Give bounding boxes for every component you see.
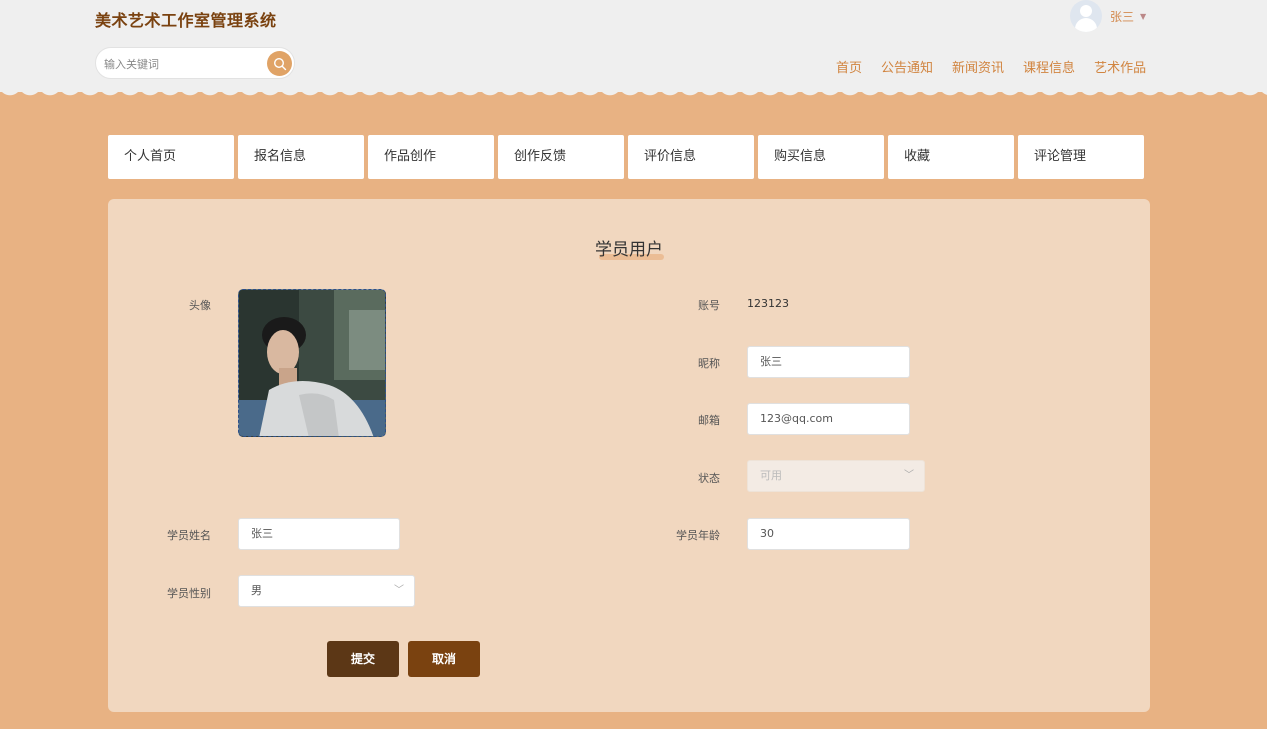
tab-purchases[interactable]: 购买信息 [758, 135, 884, 179]
status-label: 状态 [698, 472, 720, 485]
cancel-button[interactable]: 取消 [408, 641, 480, 677]
tab-comments[interactable]: 评论管理 [1018, 135, 1144, 179]
gender-value: 男 [251, 584, 262, 597]
account-value: 123123 [747, 297, 789, 310]
gender-select[interactable]: 男 ﹀ [238, 575, 415, 607]
nav-artworks[interactable]: 艺术作品 [1094, 57, 1146, 76]
tab-favorites[interactable]: 收藏 [888, 135, 1014, 179]
tab-enrollment[interactable]: 报名信息 [238, 135, 364, 179]
center-tabs: 个人首页 报名信息 作品创作 创作反馈 评价信息 购买信息 收藏 评论管理 [108, 135, 1148, 179]
status-select: 可用 ﹀ [747, 460, 925, 492]
email-label: 邮箱 [698, 414, 720, 427]
user-menu[interactable]: 张三 ▼ [1070, 0, 1146, 32]
name-label: 学员姓名 [167, 529, 211, 542]
top-nav: 首页 公告通知 新闻资讯 课程信息 艺术作品 [836, 57, 1165, 76]
chevron-down-icon: ﹀ [394, 585, 404, 596]
nickname-field[interactable]: 张三 [747, 346, 910, 378]
header: 美术艺术工作室管理系统 张三 ▼ 首页 公告通知 新闻资讯 课程信息 艺术作品 [0, 0, 1267, 92]
age-label: 学员年龄 [676, 529, 720, 542]
tab-feedback[interactable]: 创作反馈 [498, 135, 624, 179]
tab-reviews[interactable]: 评价信息 [628, 135, 754, 179]
header-wave-divider [0, 84, 1267, 102]
submit-button[interactable]: 提交 [327, 641, 399, 677]
nav-notices[interactable]: 公告通知 [881, 57, 933, 76]
chevron-down-icon: ﹀ [904, 470, 914, 481]
nav-home[interactable]: 首页 [836, 57, 862, 76]
account-label: 账号 [698, 299, 720, 312]
name-field[interactable]: 张三 [238, 518, 400, 550]
avatar [1070, 0, 1102, 32]
avatar-photo [239, 290, 385, 436]
site-title: 美术艺术工作室管理系统 [95, 11, 277, 30]
user-name: 张三 [1110, 9, 1135, 24]
profile-panel: 学员用户 头像 账号 123123 昵称 张三 邮箱 123@qq.com 状态… [108, 199, 1150, 712]
status-value: 可用 [760, 469, 782, 482]
tab-personal-home[interactable]: 个人首页 [108, 135, 234, 179]
search-icon [273, 57, 286, 70]
age-field[interactable]: 30 [747, 518, 910, 550]
avatar-upload[interactable] [238, 289, 386, 437]
email-field[interactable]: 123@qq.com [747, 403, 910, 435]
caret-down-icon: ▼ [1140, 11, 1147, 21]
tab-works[interactable]: 作品创作 [368, 135, 494, 179]
avatar-label: 头像 [189, 299, 211, 312]
gender-label: 学员性别 [167, 587, 211, 600]
nickname-label: 昵称 [698, 357, 720, 370]
nav-news[interactable]: 新闻资讯 [952, 57, 1004, 76]
search-input[interactable] [104, 54, 264, 74]
nav-courses[interactable]: 课程信息 [1023, 57, 1075, 76]
search-button[interactable] [267, 51, 292, 76]
search-box [95, 47, 295, 79]
page-title: 学员用户 [595, 240, 663, 260]
